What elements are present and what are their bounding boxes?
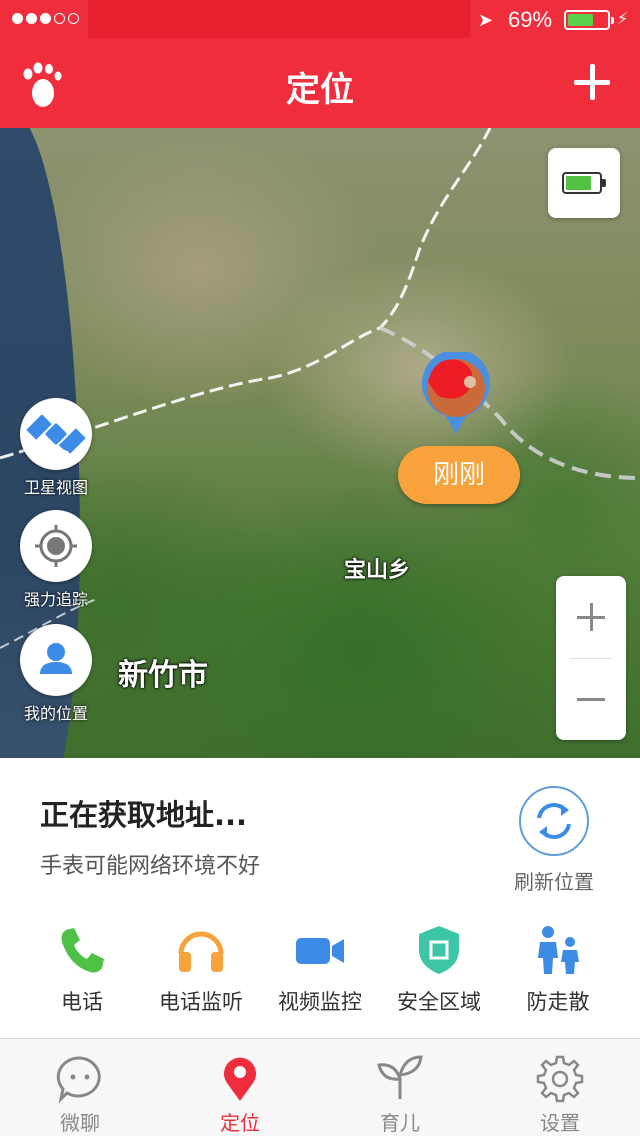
satellite-view-label: 卫星视图 — [23, 478, 88, 497]
page-title: 定位 — [286, 70, 354, 110]
map-label-town: 宝山乡 — [344, 558, 411, 583]
charging-icon: ⚡ — [617, 9, 629, 28]
tab-bar: 微聊 定位 育儿 设置 — [0, 1038, 640, 1136]
redacted-carrier — [88, 0, 470, 38]
phone-icon — [61, 928, 104, 973]
my-location-button[interactable]: 我的位置 — [20, 624, 92, 724]
status-bar: ➤ 69% ⚡ — [0, 0, 640, 40]
video-monitor-label: 视频监控 — [278, 990, 362, 1014]
marker-time-bubble: 刚刚 — [398, 446, 520, 504]
anti-lost-button[interactable]: 防走散 — [494, 922, 622, 1016]
network-note: 手表可能网络环境不好 — [40, 854, 261, 879]
phone-call-button[interactable]: 电话 — [18, 922, 146, 1016]
target-icon — [35, 525, 77, 567]
tab-location[interactable]: 定位 — [190, 1053, 290, 1136]
satellite-view-button[interactable]: 卫星视图 — [20, 398, 92, 498]
tab-parenting[interactable]: 育儿 — [350, 1053, 450, 1136]
refresh-icon — [537, 803, 571, 839]
sprout-icon — [377, 1055, 423, 1099]
map-roads — [0, 128, 640, 649]
anti-lost-label: 防走散 — [526, 990, 590, 1014]
tab-location-label: 定位 — [220, 1111, 260, 1135]
video-monitor-button[interactable]: 视频监控 — [256, 922, 384, 1016]
headphones-icon — [178, 931, 224, 972]
location-info-panel: 正在获取地址... 手表可能网络环境不好 刷新位置 电话 电话监听 视频监控 安… — [0, 758, 640, 1038]
location-arrow-icon: ➤ — [478, 10, 494, 31]
safe-zone-label: 安全区域 — [397, 990, 481, 1014]
gear-icon — [536, 1055, 584, 1103]
nav-bar: 定位 — [0, 40, 640, 128]
device-location-marker[interactable] — [420, 352, 492, 436]
add-icon[interactable] — [574, 64, 610, 100]
battery-icon — [564, 10, 614, 30]
tab-settings[interactable]: 设置 — [510, 1053, 610, 1136]
tab-chat-label: 微聊 — [60, 1111, 100, 1135]
chat-icon — [56, 1056, 101, 1104]
family-icon — [538, 926, 579, 974]
address-text: 正在获取地址... — [40, 798, 248, 832]
device-battery-icon — [562, 172, 606, 194]
location-pin-icon — [224, 1057, 256, 1101]
refresh-location-label: 刷新位置 — [514, 870, 594, 894]
device-battery-button[interactable] — [548, 148, 620, 218]
zoom-controls — [556, 576, 626, 740]
power-tracking-button[interactable]: 强力追踪 — [20, 510, 92, 610]
zoom-out-button[interactable] — [556, 658, 626, 740]
phone-monitor-label: 电话监听 — [159, 990, 243, 1014]
my-location-label: 我的位置 — [23, 704, 88, 723]
battery-percent: 69% — [508, 7, 553, 32]
map-view[interactable]: 卫星视图 强力追踪 我的位置 宝山乡 新竹市 刚刚 — [0, 128, 640, 758]
phone-call-label: 电话 — [61, 990, 103, 1014]
power-tracking-label: 强力追踪 — [23, 590, 88, 609]
tab-parenting-label: 育儿 — [380, 1111, 420, 1135]
phone-monitor-button[interactable]: 电话监听 — [137, 922, 265, 1016]
satellite-icon — [26, 414, 86, 454]
refresh-location-button[interactable]: 刷新位置 — [500, 786, 608, 895]
shield-icon — [419, 926, 459, 974]
safe-zone-button[interactable]: 安全区域 — [375, 922, 503, 1016]
zoom-in-button[interactable] — [556, 576, 626, 658]
video-camera-icon — [296, 938, 344, 964]
map-label-city: 新竹市 — [118, 658, 208, 693]
tab-chat[interactable]: 微聊 — [30, 1053, 130, 1136]
person-icon — [40, 643, 72, 674]
signal-strength-icon — [12, 13, 79, 24]
tab-settings-label: 设置 — [540, 1111, 580, 1135]
